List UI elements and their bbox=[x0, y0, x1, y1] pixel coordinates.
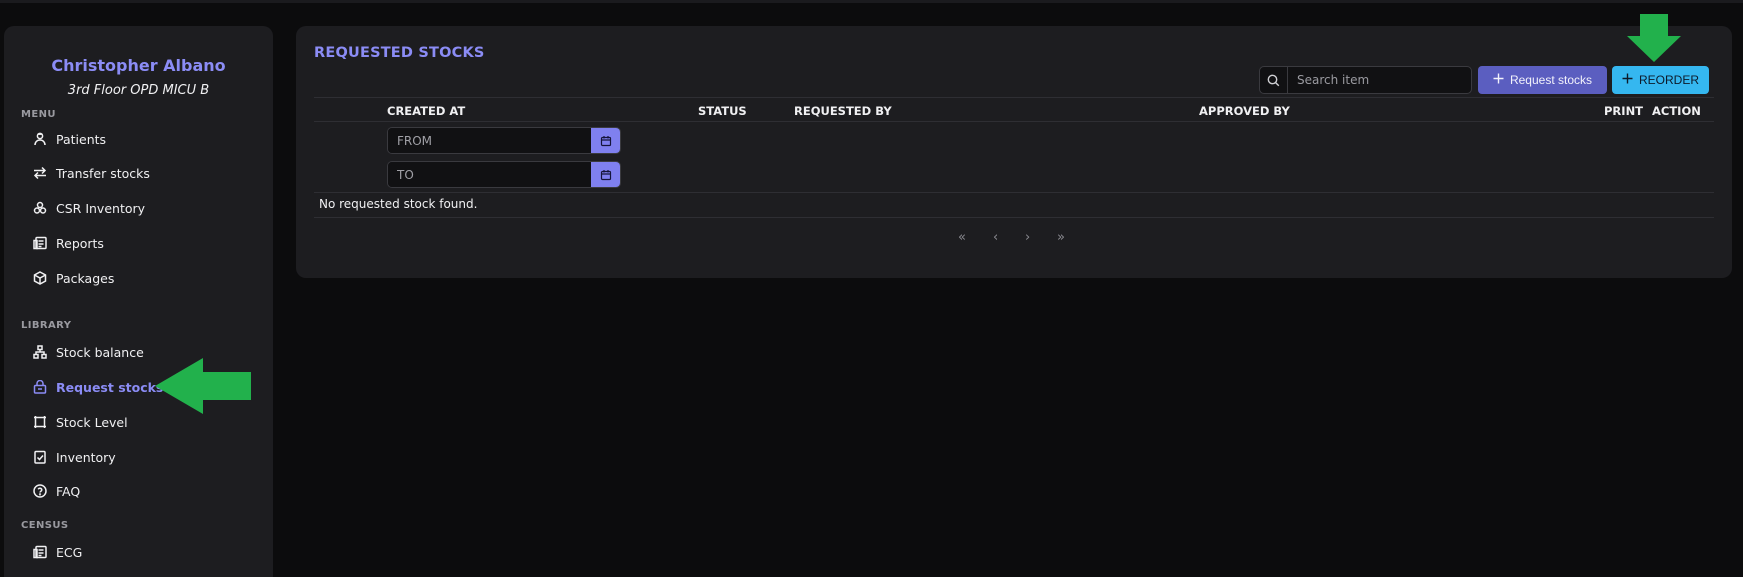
help-circle-icon bbox=[32, 483, 48, 499]
annotation-arrow-left bbox=[155, 358, 251, 414]
user-location: 3rd Floor OPD MICU B bbox=[67, 83, 210, 98]
pagination-last-button[interactable]: » bbox=[1057, 230, 1065, 245]
plus-icon bbox=[1622, 73, 1633, 87]
from-date-input[interactable] bbox=[388, 128, 591, 153]
patient-icon bbox=[32, 131, 48, 147]
requested-stocks-card: REQUESTED STOCKS Request stocks REORDER … bbox=[296, 26, 1732, 278]
calendar-icon[interactable] bbox=[591, 162, 620, 187]
search-icon[interactable] bbox=[1260, 67, 1288, 93]
plus-icon bbox=[1493, 73, 1504, 87]
sidebar: Christopher Albano 3rd Floor OPD MICU B … bbox=[4, 26, 273, 577]
lock-box-icon bbox=[32, 379, 48, 395]
from-date-filter bbox=[387, 127, 621, 154]
sidebar-item-label: Stock balance bbox=[56, 344, 144, 360]
sidebar-item-transfer-stocks[interactable]: Transfer stocks bbox=[32, 161, 252, 185]
sidebar-item-csr-inventory[interactable]: CSR Inventory bbox=[32, 196, 252, 220]
sidebar-item-label: CSR Inventory bbox=[56, 200, 146, 216]
sidebar-item-patients[interactable]: Patients bbox=[32, 127, 252, 151]
sidebar-item-faq[interactable]: FAQ bbox=[32, 479, 252, 503]
request-stocks-button[interactable]: Request stocks bbox=[1478, 66, 1607, 94]
sidebar-item-label: ECG bbox=[56, 544, 83, 560]
column-header-requested-by: REQUESTED BY bbox=[794, 104, 892, 118]
annotation-arrow-down bbox=[1627, 14, 1681, 62]
package-icon bbox=[32, 270, 48, 286]
report-icon bbox=[32, 544, 48, 560]
column-header-status: STATUS bbox=[698, 104, 747, 118]
to-date-input[interactable] bbox=[388, 162, 591, 187]
sidebar-item-label: Stock Level bbox=[56, 414, 128, 430]
sidebar-item-label: Packages bbox=[56, 270, 115, 286]
section-label-menu: MENU bbox=[21, 109, 56, 120]
pagination-next-button[interactable]: › bbox=[1025, 230, 1030, 245]
sidebar-item-label: Request stocks bbox=[56, 379, 164, 395]
sidebar-item-inventory[interactable]: Inventory bbox=[32, 445, 252, 469]
sidebar-item-ecg[interactable]: ECG bbox=[32, 540, 252, 564]
transfer-arrows-icon bbox=[32, 165, 48, 181]
sidebar-item-reports[interactable]: Reports bbox=[32, 231, 252, 255]
to-date-filter bbox=[387, 161, 621, 188]
search-box bbox=[1259, 66, 1472, 94]
table-divider bbox=[314, 121, 1714, 122]
sidebar-item-label: Inventory bbox=[56, 449, 116, 465]
empty-state-message: No requested stock found. bbox=[319, 197, 478, 211]
column-header-created-at: CREATED AT bbox=[387, 104, 466, 118]
hierarchy-icon bbox=[32, 344, 48, 360]
column-header-action: ACTION bbox=[1652, 104, 1701, 118]
table-divider bbox=[314, 97, 1714, 98]
page-title: REQUESTED STOCKS bbox=[314, 45, 485, 61]
section-label-library: LIBRARY bbox=[21, 320, 72, 331]
top-bar bbox=[0, 0, 1743, 3]
sidebar-item-packages[interactable]: Packages bbox=[32, 266, 252, 290]
section-label-census: CENSUS bbox=[21, 520, 69, 531]
sidebar-item-label: Transfer stocks bbox=[56, 165, 150, 181]
pagination-first-button[interactable]: « bbox=[958, 230, 966, 245]
clipboard-check-icon bbox=[32, 449, 48, 465]
calendar-icon[interactable] bbox=[591, 128, 620, 153]
column-header-approved-by: APPROVED BY bbox=[1199, 104, 1290, 118]
sidebar-item-label: Reports bbox=[56, 235, 104, 251]
cubes-icon bbox=[32, 200, 48, 216]
table-divider bbox=[314, 217, 1714, 218]
pagination-prev-button[interactable]: ‹ bbox=[993, 230, 998, 245]
sidebar-item-label: Patients bbox=[56, 131, 107, 147]
report-icon bbox=[32, 235, 48, 251]
table-divider bbox=[314, 192, 1714, 193]
reorder-button[interactable]: REORDER bbox=[1612, 66, 1709, 94]
search-input[interactable] bbox=[1288, 67, 1471, 93]
frame-icon bbox=[32, 414, 48, 430]
column-header-print: PRINT bbox=[1604, 104, 1644, 118]
reorder-label: REORDER bbox=[1638, 73, 1699, 87]
request-stocks-label: Request stocks bbox=[1509, 73, 1593, 87]
sidebar-item-label: FAQ bbox=[56, 483, 81, 499]
user-name: Christopher Albano bbox=[51, 56, 226, 75]
